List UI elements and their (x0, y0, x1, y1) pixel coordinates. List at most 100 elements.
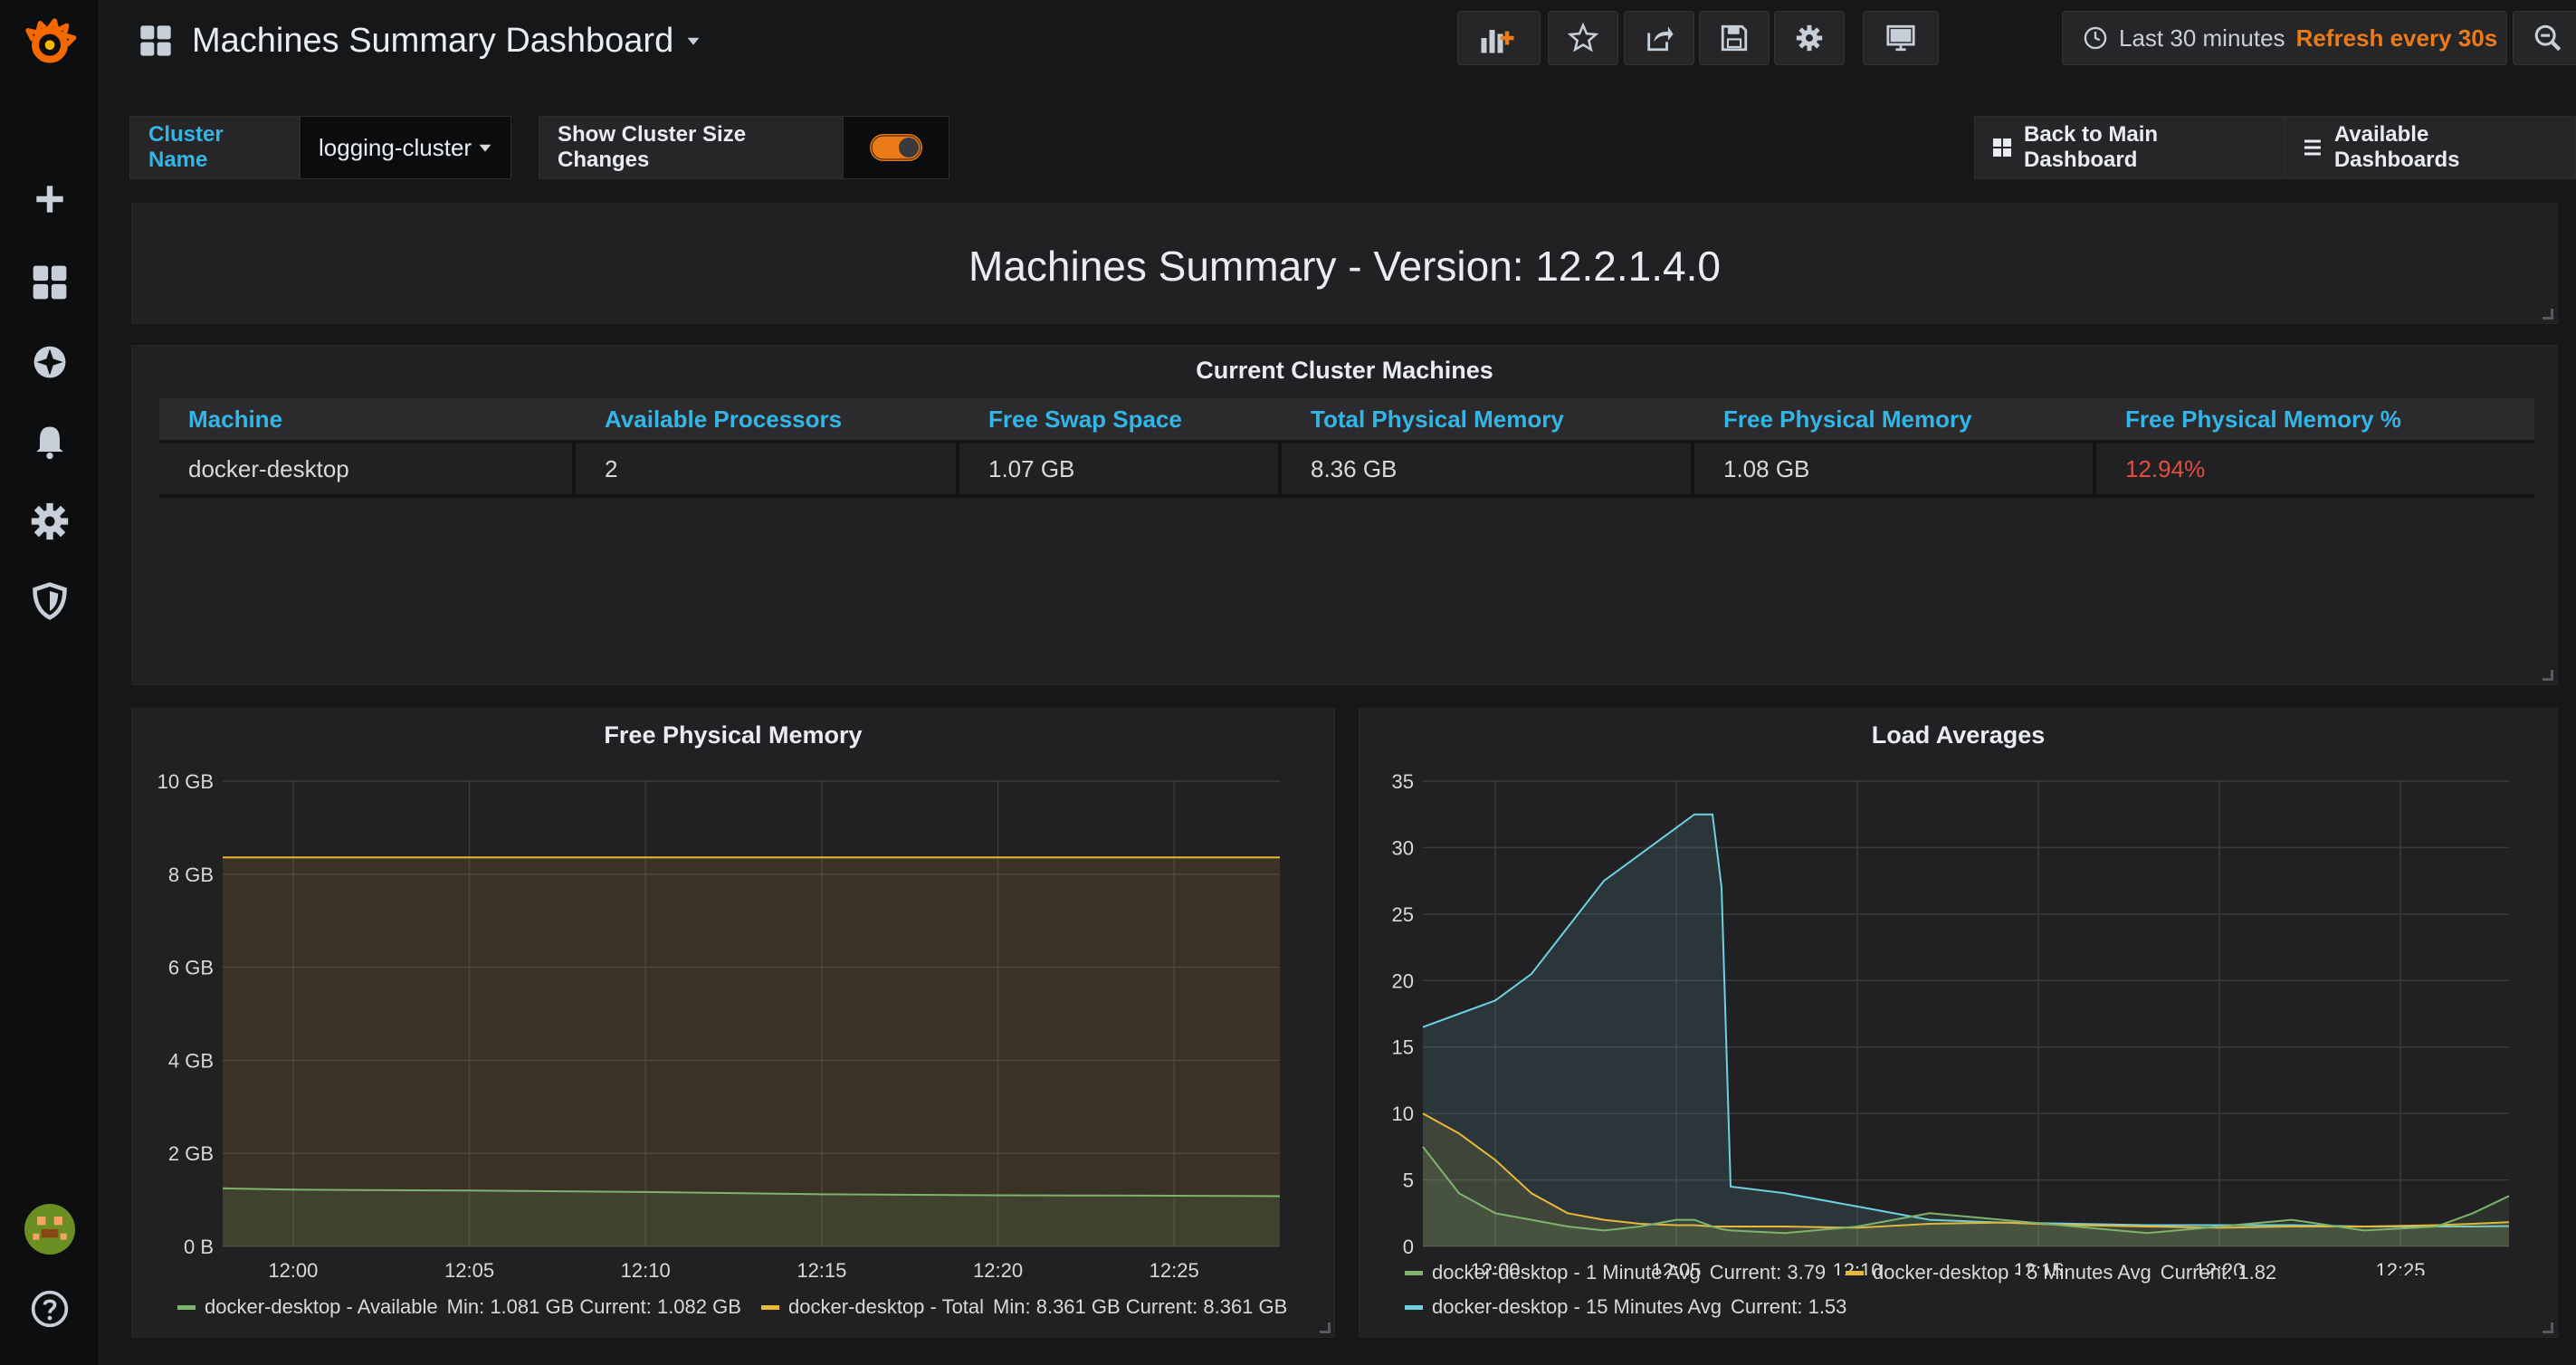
x-tick-label: 12:20 (973, 1259, 1023, 1282)
share-button[interactable] (1624, 11, 1694, 65)
panel-resize-handle[interactable] (1320, 1322, 1331, 1333)
dashboard-grid-icon (140, 25, 171, 56)
settings-icon (1796, 24, 1823, 52)
caret-down-icon (687, 37, 700, 45)
user-avatar[interactable] (23, 1202, 77, 1256)
dashboard-title: Machines Summary Dashboard (192, 21, 674, 60)
tv-mode-button[interactable] (1863, 11, 1939, 65)
column-header[interactable]: Machine (159, 398, 576, 444)
x-tick-label: 12:00 (268, 1259, 318, 1282)
series-area (223, 1188, 1280, 1246)
caret-down-icon (479, 144, 491, 152)
free-memory-graph-panel: Free Physical Memory 0 B 2 GB 4 GB 6 GB 8 GB… (131, 708, 1335, 1338)
panel-title: Free Physical Memory (604, 721, 863, 749)
column-header[interactable]: Free Physical Memory % (2096, 398, 2534, 444)
back-to-main-dashboard-link[interactable]: Back to Main Dashboard (1974, 116, 2295, 179)
zoom-out-button[interactable] (2513, 11, 2576, 65)
settings-button[interactable] (1774, 11, 1845, 65)
zoom-out-icon (2534, 24, 2562, 52)
configuration-gear-icon[interactable] (23, 494, 77, 549)
grafana-logo-icon[interactable] (18, 11, 81, 74)
version-text: Machines Summary - Version: 12.2.1.4.0 (968, 243, 1721, 290)
y-tick-label: 10 (1392, 1102, 1414, 1125)
x-tick-label: 12:25 (1150, 1259, 1199, 1282)
add-panel-button[interactable] (1457, 11, 1541, 65)
load-averages-chart: 0510152025303512:00 12:05 12:10 12:15 12:20 1… (1392, 770, 2510, 1275)
y-tick-label: 8 GB (168, 864, 214, 886)
panel-resize-handle[interactable] (2543, 309, 2553, 320)
version-text-panel: Machines Summary - Version: 12.2.1.4.0 (131, 203, 2558, 324)
legend-swatch (1405, 1304, 1423, 1310)
panel-title: Load Averages (1871, 721, 2046, 749)
time-range-label: Last 30 minutes (2119, 24, 2285, 52)
table-cell: 2 (576, 444, 959, 498)
cluster-name-value: logging-cluster (319, 133, 472, 161)
show-cluster-size-label: Show Cluster Size Changes (539, 116, 852, 179)
panel-resize-handle[interactable] (2543, 1322, 2553, 1333)
share-icon (1647, 26, 1674, 52)
legend-swatch (1405, 1270, 1423, 1275)
series-area (223, 857, 1280, 1246)
dashboards-icon[interactable] (23, 255, 77, 310)
plus-icon[interactable] (23, 172, 77, 226)
tv-mode-icon (1886, 24, 1915, 52)
top-navbar: Machines Summary Dashboard Last 30 minut… (100, 0, 2576, 81)
dashboards-icon (1993, 138, 2011, 157)
table-cell: 1.08 GB (1694, 444, 2096, 498)
side-menu (0, 0, 100, 1365)
explore-compass-icon[interactable] (23, 335, 77, 389)
legend-item-available[interactable]: docker-desktop - Available Min: 1.081 GB… (177, 1295, 741, 1319)
table-row: docker-desktop 2 1.07 GB 8.36 GB 1.08 GB… (159, 444, 2534, 498)
y-tick-label: 5 (1403, 1169, 1414, 1192)
time-range-picker[interactable]: Last 30 minutes Refresh every 30s (2062, 11, 2507, 65)
legend-series-values: Min: 1.081 GB Current: 1.082 GB (446, 1295, 741, 1318)
x-tick-label: 12:15 (797, 1259, 846, 1282)
y-tick-label: 10 GB (157, 770, 214, 793)
table-header-row: Machine Available Processors Free Swap S… (159, 398, 2534, 444)
legend-series-values: Current: 1.82 (2160, 1261, 2277, 1284)
table-cell: 1.07 GB (959, 444, 1282, 498)
machines-table: Machine Available Processors Free Swap S… (159, 398, 2534, 498)
star-button[interactable] (1548, 11, 1618, 65)
free-memory-chart: 0 B 2 GB 4 GB 6 GB 8 GB 10 GB 12:00 12:05 12:10 1… (157, 770, 1281, 1282)
legend-item-5min[interactable]: docker-desktop - 5 Minutes Avg Current: … (1846, 1261, 2276, 1284)
y-tick-label: 4 GB (168, 1049, 214, 1072)
legend-swatch (761, 1304, 779, 1310)
x-tick-label: 12:25 (2375, 1259, 2425, 1275)
x-tick-label: 12:10 (621, 1259, 671, 1282)
available-dashboards-link[interactable]: Available Dashboards (2285, 116, 2576, 179)
add-panel-icon (1481, 30, 1514, 53)
column-header[interactable]: Free Swap Space (959, 398, 1282, 444)
bars-icon (2304, 139, 2321, 156)
server-admin-shield-icon[interactable] (23, 574, 77, 628)
cluster-name-select[interactable]: logging-cluster (300, 116, 511, 179)
y-tick-label: 2 GB (168, 1142, 214, 1165)
help-icon[interactable] (23, 1282, 77, 1336)
legend-item-1min[interactable]: docker-desktop - 1 Minute Avg Current: 3… (1405, 1261, 1826, 1284)
cluster-name-label: Cluster Name (129, 116, 300, 179)
alerting-bell-icon[interactable] (23, 415, 77, 469)
panel-resize-handle[interactable] (2543, 670, 2553, 681)
clock-icon (2084, 26, 2107, 50)
toggle-switch (870, 134, 922, 161)
column-header[interactable]: Total Physical Memory (1282, 398, 1694, 444)
dashboard-title-picker[interactable]: Machines Summary Dashboard (138, 16, 701, 65)
legend-item-total[interactable]: docker-desktop - Total Min: 8.361 GB Cur… (761, 1295, 1287, 1319)
y-tick-label: 0 B (184, 1236, 214, 1258)
refresh-interval-label: Refresh every 30s (2295, 24, 2498, 52)
legend-series-name: docker-desktop - 5 Minutes Avg (1873, 1261, 2151, 1284)
series-area (1423, 814, 2509, 1246)
legend-item-15min[interactable]: docker-desktop - 15 Minutes Avg Current:… (1405, 1295, 1846, 1319)
y-tick-label: 35 (1392, 770, 1414, 793)
y-tick-label: 15 (1392, 1036, 1414, 1059)
back-link-label: Back to Main Dashboard (2024, 122, 2159, 172)
legend-series-values: Current: 1.53 (1731, 1295, 1847, 1318)
column-header[interactable]: Available Processors (576, 398, 959, 444)
legend-swatch (177, 1304, 196, 1310)
save-button[interactable] (1699, 11, 1770, 65)
column-header[interactable]: Free Physical Memory (1694, 398, 2096, 444)
table-cell: docker-desktop (159, 444, 576, 498)
star-icon (1568, 23, 1598, 52)
show-cluster-size-toggle[interactable] (843, 116, 949, 179)
legend-series-name: docker-desktop - Total (788, 1295, 985, 1318)
